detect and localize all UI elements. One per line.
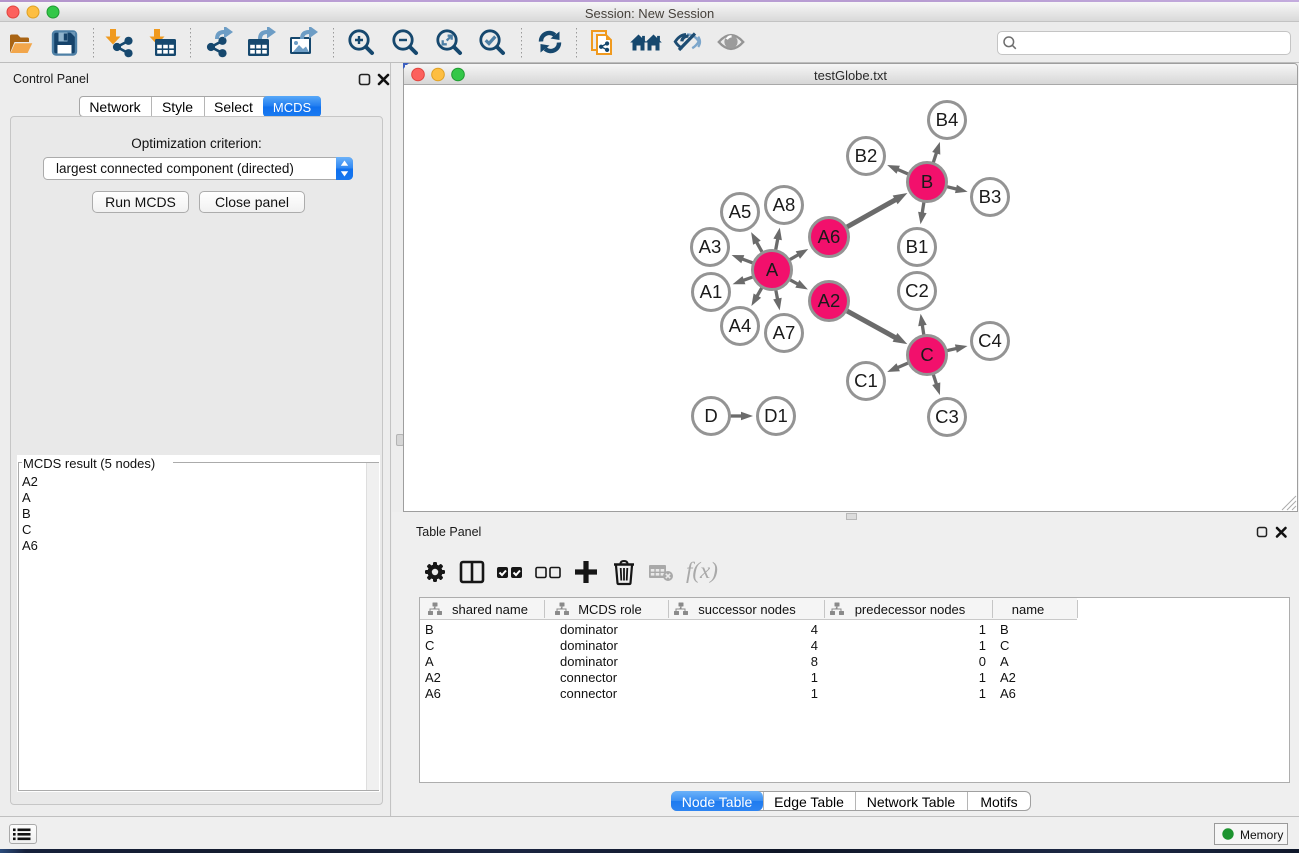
svg-text:A2: A2 [818,290,841,311]
svg-text:A5: A5 [729,201,752,222]
svg-text:D: D [704,405,717,426]
svg-text:C: C [920,344,933,365]
svg-text:A3: A3 [699,236,722,257]
svg-text:A4: A4 [729,315,752,336]
svg-text:B3: B3 [979,186,1002,207]
svg-text:A7: A7 [773,322,796,343]
svg-text:B2: B2 [855,145,878,166]
svg-text:C3: C3 [935,406,959,427]
svg-text:A1: A1 [700,281,723,302]
svg-text:C4: C4 [978,330,1002,351]
svg-text:A6: A6 [818,226,841,247]
svg-text:D1: D1 [764,405,788,426]
svg-text:C1: C1 [854,370,878,391]
svg-text:B: B [921,171,933,192]
svg-text:B4: B4 [936,109,959,130]
svg-text:A8: A8 [773,194,796,215]
svg-text:C2: C2 [905,280,929,301]
svg-text:A: A [766,259,779,280]
svg-text:B1: B1 [906,236,929,257]
